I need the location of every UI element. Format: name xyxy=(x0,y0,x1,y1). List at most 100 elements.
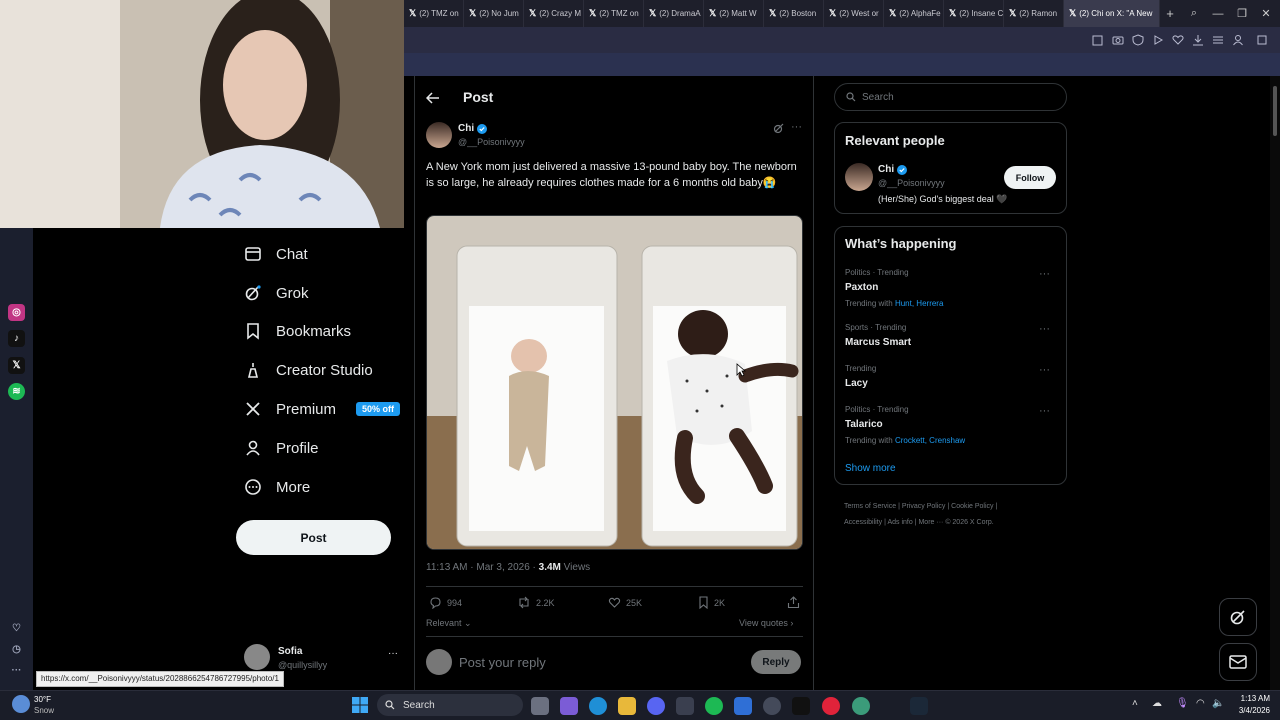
trend-more-icon[interactable]: ··· xyxy=(1039,405,1050,417)
account-switcher[interactable]: Sofia @quillysillyy ··· xyxy=(244,644,404,674)
wifi-icon[interactable]: ◠ xyxy=(1196,698,1205,709)
tray-chevron-icon[interactable]: ˄ xyxy=(1132,698,1138,709)
trend-item[interactable]: Sports · Trending Marcus Smart ··· xyxy=(845,323,1058,348)
scrollbar[interactable] xyxy=(1270,76,1280,690)
trend-more-icon[interactable]: ··· xyxy=(1039,364,1050,376)
play-icon[interactable] xyxy=(1152,34,1164,46)
browser-tab[interactable]: 𝕏 (2) DramaA xyxy=(644,0,704,27)
post-more-icon[interactable]: ··· xyxy=(791,121,802,133)
heart-icon[interactable] xyxy=(1172,34,1184,46)
trend-more-icon[interactable]: ··· xyxy=(1039,323,1050,335)
accessibility-link[interactable]: Accessibility xyxy=(844,519,882,526)
sort-relevant-dropdown[interactable]: Relevant ⌄ xyxy=(426,618,472,629)
browser-tab[interactable]: 𝕏 (2) No Jum xyxy=(464,0,524,27)
browser-tab[interactable]: 𝕏 (2) Insane C xyxy=(944,0,1004,27)
reply-input[interactable]: Post your reply xyxy=(459,655,546,670)
grok-float-button[interactable] xyxy=(1219,598,1257,636)
trend-item[interactable]: Trending Lacy ··· xyxy=(845,364,1058,389)
weather-icon[interactable] xyxy=(12,695,30,713)
task-view-icon[interactable] xyxy=(531,697,549,715)
author-avatar[interactable] xyxy=(426,122,452,148)
footer-more-link[interactable]: More ··· xyxy=(918,519,943,526)
nav-bookmarks[interactable]: Bookmarks xyxy=(244,322,351,340)
new-tab-button[interactable]: + xyxy=(1160,6,1180,21)
volume-icon[interactable]: 🔈 xyxy=(1212,698,1224,709)
edit-icon[interactable] xyxy=(1092,34,1104,46)
privacy-link[interactable]: Privacy Policy xyxy=(902,503,946,510)
account-icon[interactable] xyxy=(1232,34,1244,46)
reply-stat[interactable]: 994 xyxy=(429,596,462,609)
discord-icon[interactable] xyxy=(647,697,665,715)
steam-icon[interactable] xyxy=(910,697,928,715)
terms-link[interactable]: Terms of Service xyxy=(844,503,896,510)
author-handle[interactable]: @__Poisonivyyy xyxy=(458,137,525,147)
browser-tab[interactable]: 𝕏 (2) West or xyxy=(824,0,884,27)
nav-chat[interactable]: Chat xyxy=(244,245,308,263)
browser-tab[interactable]: 𝕏 (2) AlphaFe xyxy=(884,0,944,27)
nav-more[interactable]: More xyxy=(244,478,310,496)
browser-tab[interactable]: 𝕏 (2) TMZ on xyxy=(584,0,644,27)
cookie-link[interactable]: Cookie Policy xyxy=(951,503,993,510)
trend-more-icon[interactable]: ··· xyxy=(1039,268,1050,280)
store-icon[interactable] xyxy=(676,697,694,715)
trend-item[interactable]: Politics · Trending Paxton Trending with… xyxy=(845,268,1058,308)
tab-search-icon[interactable]: ⌕ xyxy=(1182,0,1206,27)
view-quotes-link[interactable]: View quotes › xyxy=(739,618,793,628)
show-more-link[interactable]: Show more xyxy=(845,463,896,474)
person-name-row[interactable]: Chi xyxy=(878,164,908,175)
menu-icon[interactable] xyxy=(1212,34,1224,46)
edge-icon[interactable] xyxy=(589,697,607,715)
grok-icon[interactable] xyxy=(773,123,784,134)
ads-info-link[interactable]: Ads info xyxy=(887,519,912,526)
browser-tab[interactable]: 𝕏 (2) Crazy M xyxy=(524,0,584,27)
browser-tab[interactable]: 𝕏 (2) Ramon xyxy=(1004,0,1064,27)
spotify-icon[interactable] xyxy=(705,697,723,715)
messages-float-button[interactable] xyxy=(1219,643,1257,681)
bookmark-stat[interactable]: 2K xyxy=(698,596,725,609)
search-input[interactable]: Search xyxy=(834,83,1067,111)
more-icon[interactable]: ··· xyxy=(8,662,25,679)
taskbar-search[interactable]: Search xyxy=(377,694,523,716)
spotify-icon[interactable]: ≋ xyxy=(8,383,25,400)
close-window-icon[interactable]: ✕ xyxy=(1254,0,1278,27)
nav-creator-studio[interactable]: Creator Studio xyxy=(244,361,373,379)
tiktok-icon[interactable]: ♪ xyxy=(8,330,25,347)
clock-date[interactable]: 3/4/2026 xyxy=(1228,706,1270,715)
minimize-icon[interactable]: — xyxy=(1206,0,1230,27)
post-photo[interactable] xyxy=(426,215,803,550)
cube-icon[interactable] xyxy=(1256,34,1268,46)
post-button[interactable]: Post xyxy=(236,520,391,555)
shield-icon[interactable] xyxy=(1132,34,1144,46)
globe-icon[interactable] xyxy=(852,697,870,715)
cloud-icon[interactable]: ☁ xyxy=(1152,698,1162,709)
nav-premium[interactable]: Premium 50% off xyxy=(244,400,401,418)
camera-icon[interactable] xyxy=(1112,34,1124,46)
instagram-icon[interactable]: ◎ xyxy=(8,304,25,321)
author-name-row[interactable]: Chi xyxy=(458,123,488,134)
mail-app-icon[interactable] xyxy=(734,697,752,715)
account-more-icon[interactable]: ··· xyxy=(388,648,398,659)
clock-time[interactable]: 1:13 AM xyxy=(1234,694,1270,703)
download-icon[interactable] xyxy=(1192,34,1204,46)
browser-tab-active[interactable]: 𝕏 (2) Chi on X: "A New xyxy=(1064,0,1160,27)
browser-tab[interactable]: 𝕏 (2) Boston xyxy=(764,0,824,27)
follow-button[interactable]: Follow xyxy=(1004,166,1056,189)
browser-tab[interactable]: 𝕏 (2) TMZ on xyxy=(404,0,464,27)
nav-profile[interactable]: Profile xyxy=(244,439,319,457)
restore-icon[interactable]: ❐ xyxy=(1230,0,1254,27)
scrollbar-thumb[interactable] xyxy=(1273,86,1277,136)
heart-icon[interactable]: ♡ xyxy=(8,620,25,637)
file-explorer-icon[interactable] xyxy=(618,697,636,715)
nav-grok[interactable]: Grok xyxy=(244,284,309,302)
repost-stat[interactable]: 2.2K xyxy=(517,596,555,609)
microphone-icon[interactable]: 🎙 xyxy=(1176,698,1189,709)
reply-button[interactable]: Reply xyxy=(751,650,801,674)
back-arrow-icon[interactable] xyxy=(426,91,440,105)
opera-icon[interactable] xyxy=(822,697,840,715)
like-stat[interactable]: 25K xyxy=(608,596,642,609)
share-icon[interactable] xyxy=(787,596,800,609)
clock-icon[interactable]: ◷ xyxy=(8,641,25,658)
weather-temp[interactable]: 30°F xyxy=(34,695,51,704)
trend-item[interactable]: Politics · Trending Talarico Trending wi… xyxy=(845,405,1058,445)
x-logo-icon[interactable]: 𝕏 xyxy=(8,357,25,374)
